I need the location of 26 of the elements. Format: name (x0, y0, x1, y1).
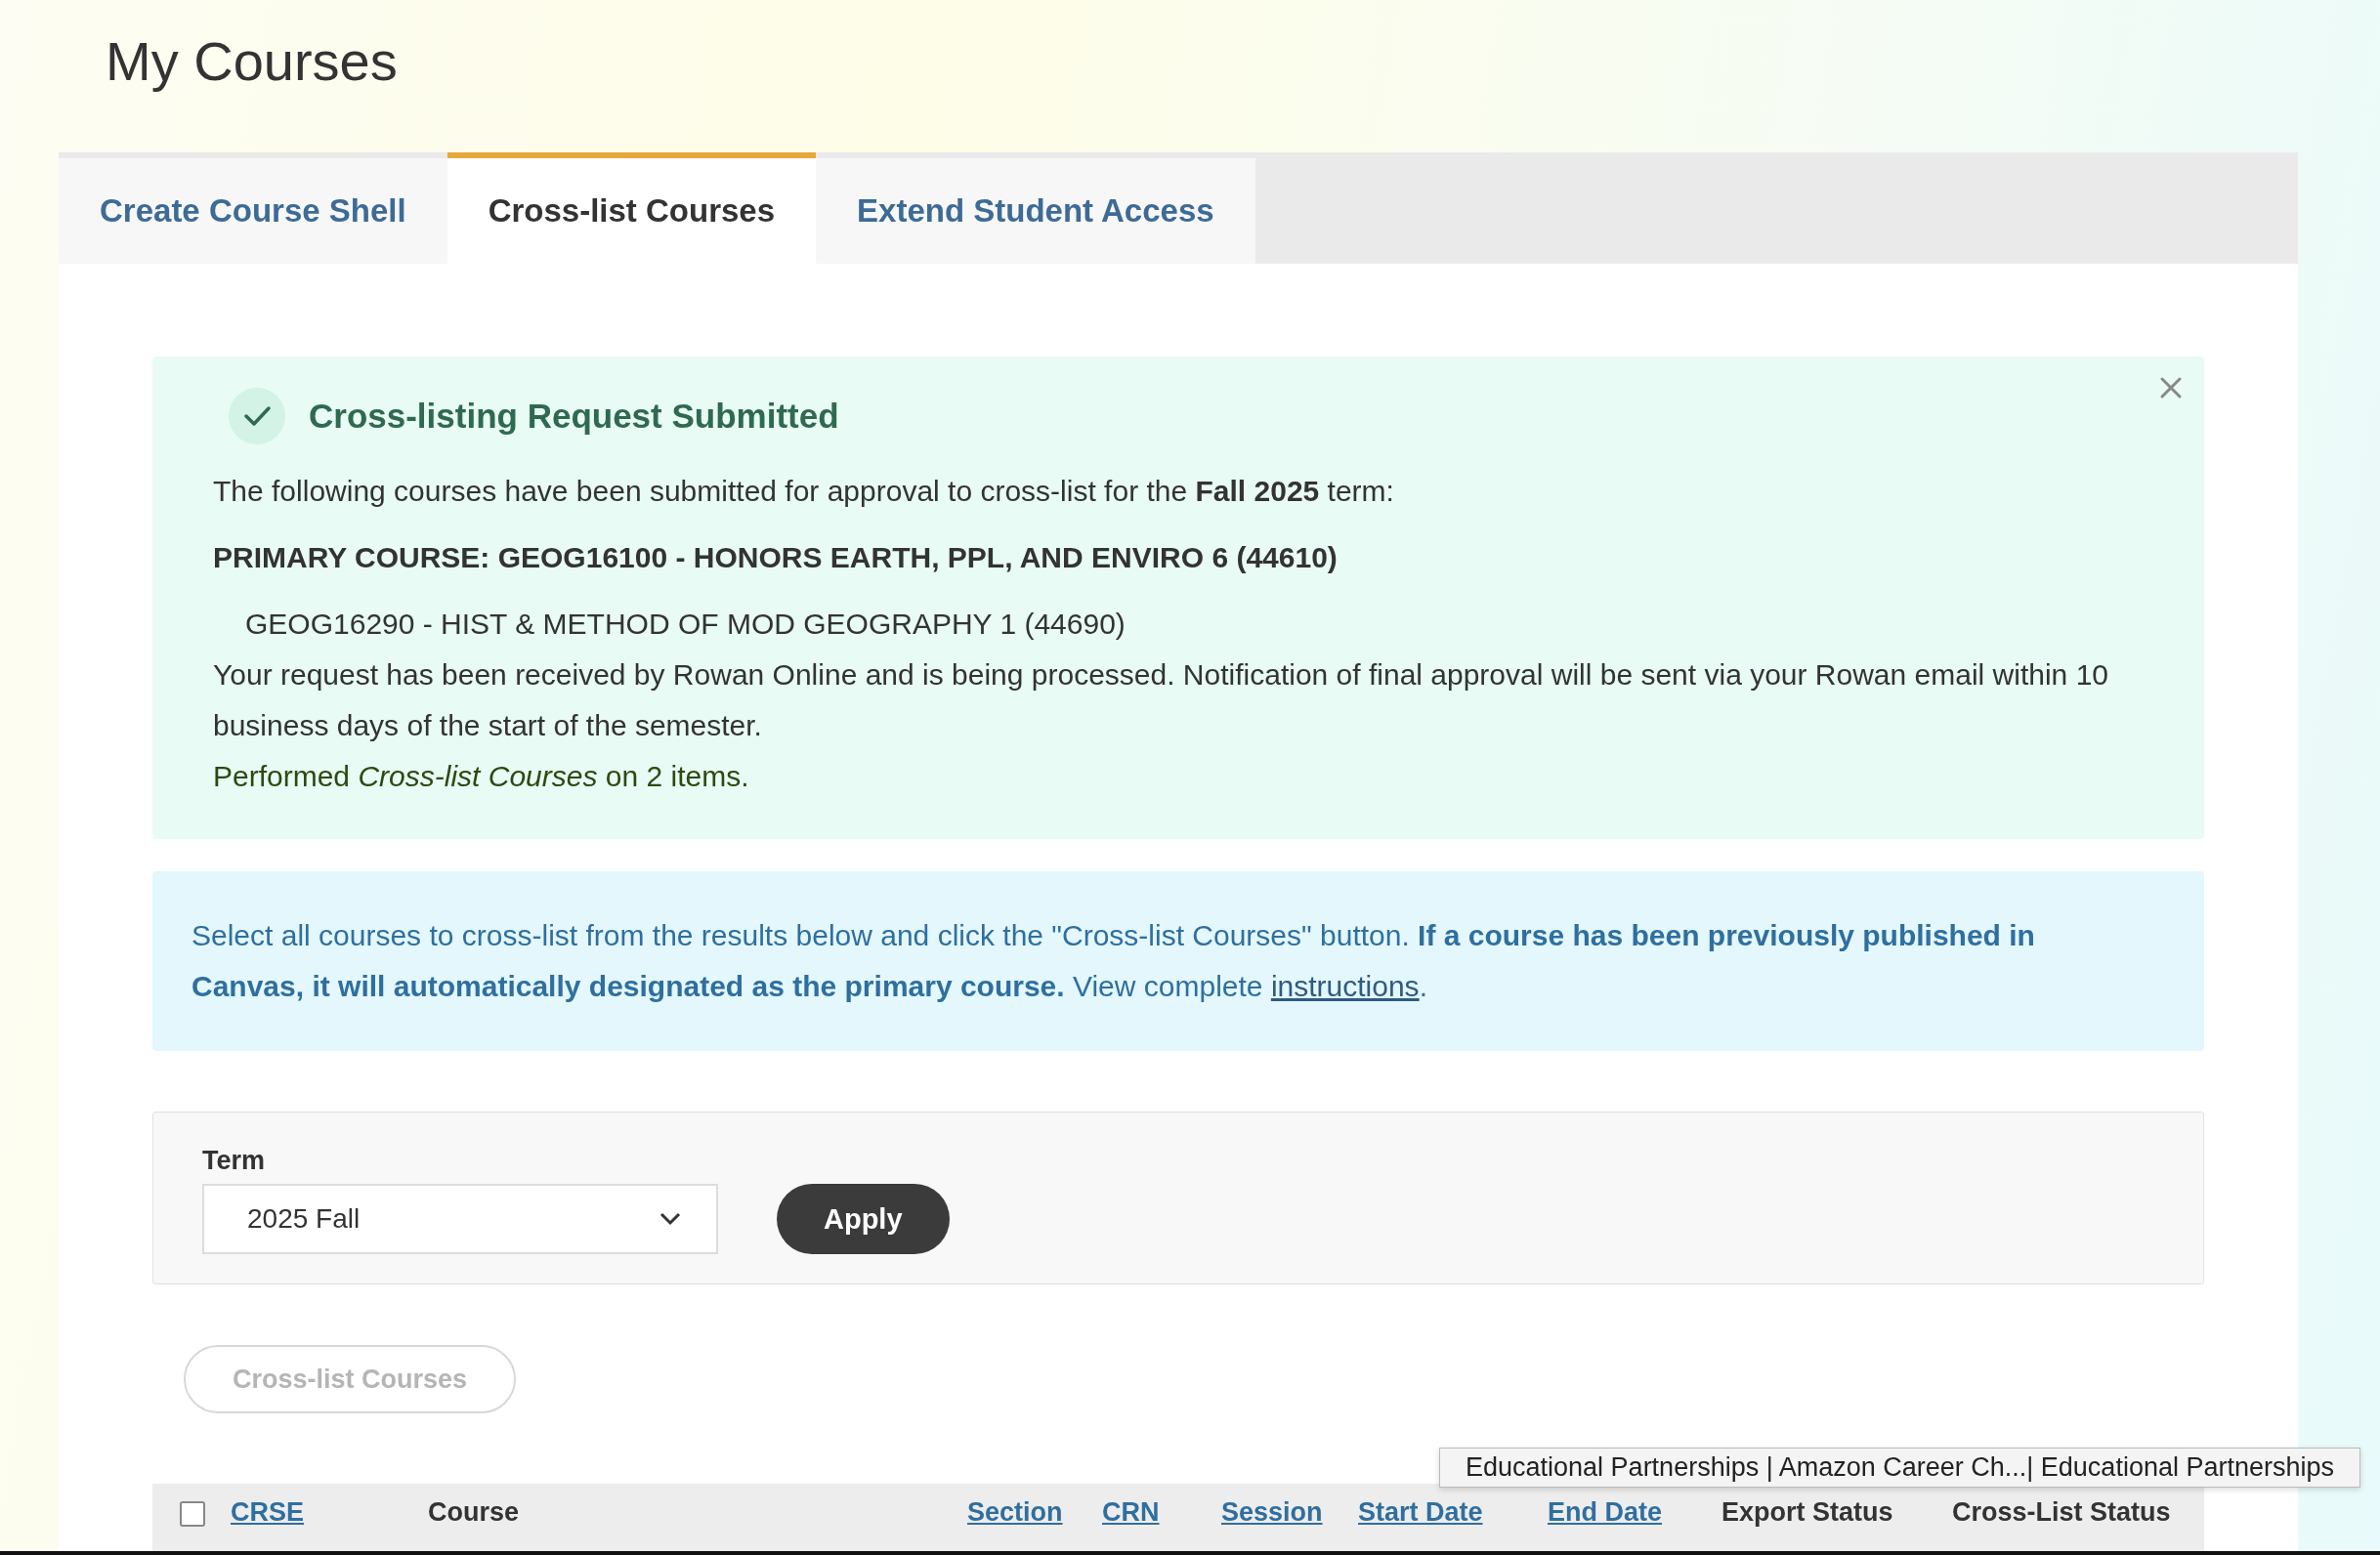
column-header[interactable]: Session (1221, 1497, 1358, 1528)
column-header: Cross-List Status (1952, 1497, 2172, 1528)
instructions-link[interactable]: instructions (1270, 970, 1420, 1002)
result-text: Performed Cross-list Courses on 2 items. (213, 759, 750, 794)
info-text: Select all courses to cross-list from the results below and click the "Cross-list Courses" button. If a course has been previously published in Canvas, it will automatically designated as the primary course. View complete instructions. (191, 919, 2035, 1002)
column-header[interactable]: CRSE (231, 1497, 428, 1528)
check-icon (229, 388, 285, 444)
chevron-down-icon (659, 1212, 681, 1226)
apply-button[interactable]: Apply (777, 1184, 950, 1254)
alert-title: Cross-listing Request Submitted (309, 396, 839, 437)
alert-message: Your request has been received by Rowan Online and is being processed. Notification of final approval will be sent via your Rowan email within 10 business days of the start of the semester. (213, 657, 2109, 743)
term-label: Term (202, 1146, 267, 1176)
column-header[interactable]: Section (967, 1497, 1102, 1528)
tooltip: Educational Partnerships | Amazon Career Ch...| Educational Partnerships (1439, 1448, 2360, 1488)
column-header[interactable]: CRN (1102, 1497, 1221, 1528)
alert-text: The following courses have been submitted for approval to cross-list for the Fall 2025 term: (213, 474, 1395, 509)
secondary-course: GEOG16290 - HIST & METHOD OF MOD GEOGRAPHY 1 (44690) (244, 607, 1126, 642)
select-all-checkbox[interactable] (180, 1501, 205, 1527)
tab[interactable]: Cross-list Courses (446, 152, 817, 264)
primary-course: PRIMARY COURSE: GEOG16100 - HONORS EARTH, PPL, AND ENVIRO 6 (44610) (213, 540, 1339, 575)
column-header[interactable]: Start Date (1358, 1497, 1548, 1528)
term-select[interactable]: 2025 Fall (202, 1184, 718, 1254)
column-header: Course (428, 1497, 521, 1528)
page-title: My Courses (105, 29, 399, 94)
column-header[interactable]: End Date (1548, 1497, 1721, 1528)
column-header: Export Status (1721, 1497, 1894, 1528)
